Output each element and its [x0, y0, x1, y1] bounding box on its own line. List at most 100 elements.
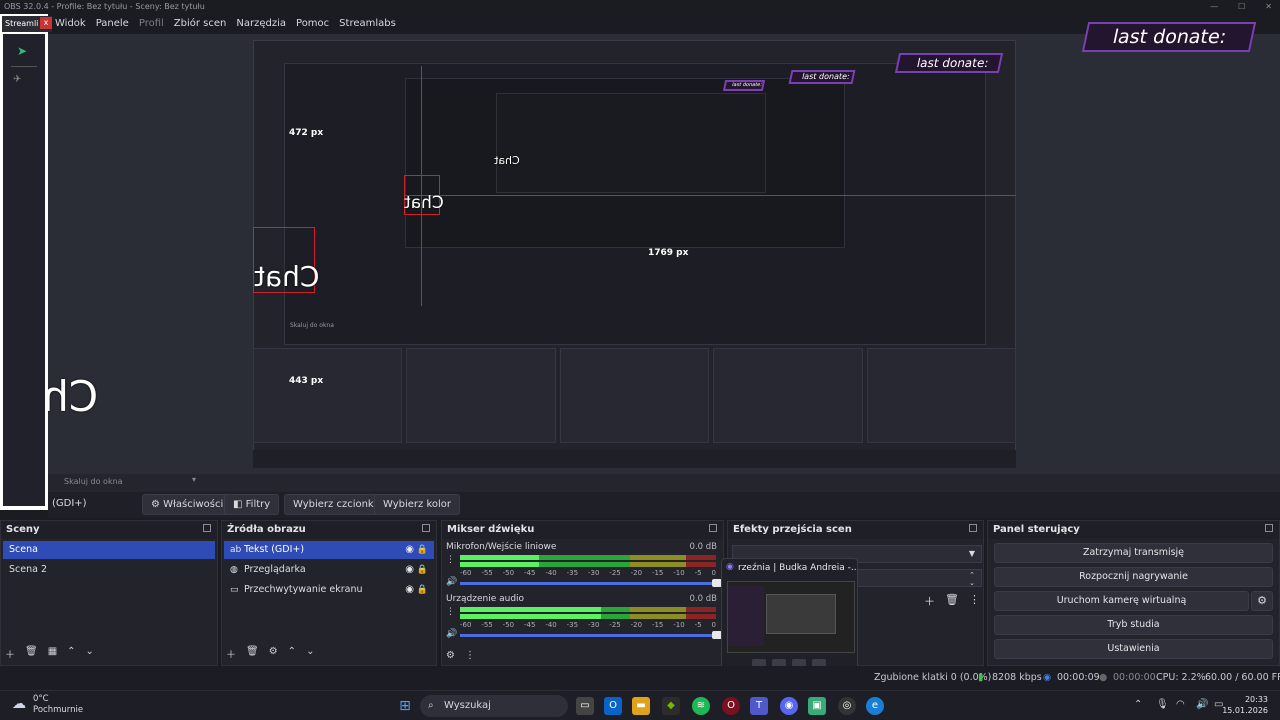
lock-icon[interactable]: 🔒 [417, 561, 428, 579]
move-up-icon[interactable]: ⌃ [288, 646, 296, 661]
kebab-icon[interactable]: ⋮ [446, 607, 455, 617]
popout-icon[interactable] [969, 524, 977, 532]
meter-tick: -50 [502, 621, 515, 629]
transitions-title: Efekty przejścia scen [733, 524, 852, 535]
move-down-icon[interactable]: ⌄ [86, 646, 94, 661]
volume-slider[interactable] [460, 631, 722, 639]
menu-streamlabs[interactable]: Streamlabs [339, 14, 396, 34]
popout-icon[interactable] [422, 524, 430, 532]
color-button[interactable]: Wybierz kolor [374, 494, 461, 515]
menu-profil[interactable]: Profil [139, 14, 164, 34]
spotify-icon[interactable]: ≋ [692, 697, 710, 715]
obs-app-icon[interactable]: ◎ [838, 697, 856, 715]
menu-zbior-scen[interactable]: Zbiór scen [174, 14, 227, 34]
popout-icon[interactable] [203, 524, 211, 532]
edge-icon[interactable]: e [866, 697, 884, 715]
speaker-icon[interactable]: 🔊 [446, 577, 457, 587]
clock[interactable]: 20:33 15.01.2026 [1222, 694, 1268, 716]
fps: 60.00 / 60.00 FPS [1205, 672, 1280, 683]
window-preview-popup[interactable]: ◉ rzeźnia | Budka Andreia -... [721, 558, 858, 676]
source-item[interactable]: ▭ Przechwytywanie ekranu ◉ 🔒 [224, 581, 434, 599]
popup-title: rzeźnia | Budka Andreia -... [738, 563, 857, 573]
signal-icon: ▮ [978, 672, 984, 683]
menu-pomoc[interactable]: Pomoc [296, 14, 329, 34]
menu-panele[interactable]: Panele [96, 14, 129, 34]
scene-item[interactable]: Scena [3, 541, 215, 559]
filter-icon[interactable]: ▦ [48, 646, 57, 661]
outlook-icon[interactable]: O [604, 697, 622, 715]
minimize-button[interactable]: — [1210, 0, 1218, 14]
stop-stream-button[interactable]: Zatrzymaj transmisję [994, 543, 1273, 563]
close-window-button[interactable]: ✕ [1265, 0, 1272, 14]
kebab-icon[interactable]: ⋮ [969, 593, 980, 609]
channel-db: 0.0 dB [689, 594, 717, 604]
lock-icon[interactable]: 🔒 [417, 541, 428, 559]
filters-button[interactable]: ◧ Filtry [224, 494, 280, 515]
volume-slider[interactable] [460, 579, 722, 587]
properties-button[interactable]: ⚙ Właściwości [142, 494, 233, 515]
scale-dropdown-icon[interactable]: ▾ [192, 475, 196, 484]
transitions-header: Efekty przejścia scen [728, 521, 983, 539]
speaker-icon[interactable]: 🔊 [446, 629, 457, 639]
trash-icon[interactable]: 🗑 [25, 646, 38, 661]
start-recording-button[interactable]: Rozpocznij nagrywanie [994, 567, 1273, 587]
scale-to-window-label[interactable]: Skaluj do okna [64, 477, 123, 486]
source-item[interactable]: ab Tekst (GDI+) ◉ 🔒 [224, 541, 434, 559]
opera-icon[interactable]: O [722, 697, 740, 715]
move-up-icon[interactable]: ⌃ [67, 646, 75, 661]
weather-widget[interactable]: 0°C Pochmurnie [33, 694, 83, 716]
close-icon[interactable]: x [40, 17, 52, 29]
task-view-icon[interactable]: ▭ [576, 697, 594, 715]
gear-icon[interactable]: ⚙ [269, 646, 278, 661]
spin-icon[interactable]: ⌃ ⌄ [969, 571, 975, 587]
windows-start-icon[interactable]: ⊞ [396, 697, 414, 715]
studio-mode-button[interactable]: Tryb studia [994, 615, 1273, 635]
file-explorer-icon[interactable]: ▬ [632, 697, 650, 715]
settings-button[interactable]: Ustawienia [994, 639, 1273, 659]
meter-level [460, 562, 540, 567]
scene-item[interactable]: Scena 2 [3, 561, 215, 579]
streamlabs-panel: ➤ ✈ [3, 34, 45, 506]
measure-top-label: 472 px [289, 128, 324, 138]
meter-level [460, 607, 601, 612]
trash-icon[interactable]: 🗑 [246, 646, 259, 661]
menu-narzedzia[interactable]: Narzędzia [236, 14, 286, 34]
mic-tray-icon[interactable]: 🎙 [1156, 699, 1169, 710]
streamlabs-app-icon[interactable]: ▣ [808, 697, 826, 715]
send-icon[interactable]: ➤ [17, 44, 27, 58]
teams-icon[interactable]: T [750, 697, 768, 715]
plane-icon[interactable]: ✈ [13, 74, 21, 85]
trash-icon[interactable]: 🗑 [945, 593, 959, 609]
lock-icon[interactable]: 🔒 [417, 581, 428, 599]
eye-icon[interactable]: ◉ [405, 561, 414, 579]
add-icon[interactable]: ＋ [226, 646, 236, 661]
menu-widok[interactable]: Widok [55, 14, 86, 34]
virtual-camera-gear-icon[interactable]: ⚙ [1251, 591, 1273, 611]
eye-icon[interactable]: ◉ [405, 581, 414, 599]
nvidia-icon[interactable]: ◆ [662, 697, 680, 715]
popup-thumbnail[interactable] [727, 581, 855, 653]
controls-header: Panel sterujący [988, 521, 1279, 539]
maximize-button[interactable]: ☐ [1238, 0, 1245, 14]
add-icon[interactable]: ＋ [5, 646, 15, 661]
kebab-icon[interactable]: ⋮ [465, 650, 475, 661]
mixer-footer: ⚙ ⋮ [446, 650, 475, 661]
channel-db: 0.0 dB [689, 542, 717, 552]
chevron-up-icon[interactable]: ⌃ [1134, 699, 1142, 710]
source-item[interactable]: ◍ Przeglądarka ◉ 🔒 [224, 561, 434, 579]
discord-app-icon[interactable]: ◉ [780, 697, 798, 715]
nested-preview-3 [496, 93, 766, 193]
kebab-icon[interactable]: ⋮ [446, 555, 455, 565]
wifi-icon[interactable]: ◠ [1176, 699, 1185, 710]
mixer-settings-icon[interactable]: ⚙ [446, 650, 455, 661]
volume-icon[interactable]: 🔊 [1196, 699, 1208, 710]
virtual-camera-button[interactable]: Uruchom kamerę wirtualną [994, 591, 1249, 611]
search-box[interactable]: ⌕ Wyszukaj [420, 695, 568, 717]
eye-icon[interactable]: ◉ [405, 541, 414, 559]
popout-icon[interactable] [709, 524, 717, 532]
move-down-icon[interactable]: ⌄ [306, 646, 314, 661]
popout-icon[interactable] [1265, 524, 1273, 532]
controls-title: Panel sterujący [993, 524, 1080, 535]
donate-banner-large: last donate: [1081, 22, 1257, 52]
add-icon[interactable]: ＋ [924, 593, 935, 609]
